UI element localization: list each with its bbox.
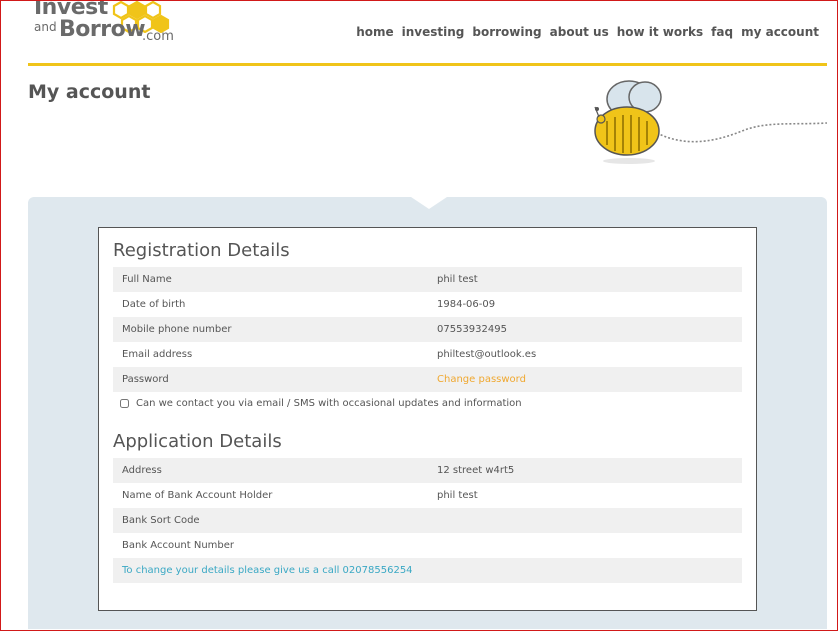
logo-and-text: and [34, 20, 57, 34]
contact-consent-label: Can we contact you via email / SMS with … [136, 398, 522, 409]
table-row: Address 12 street w4rt5 [113, 458, 742, 483]
application-title: Application Details [113, 431, 282, 452]
table-row: To change your details please give us a … [113, 558, 742, 583]
contact-consent-checkbox[interactable] [120, 399, 129, 408]
registration-table: Full Name phil test Date of birth 1984-0… [113, 267, 742, 392]
application-table: Address 12 street w4rt5 Name of Bank Acc… [113, 458, 742, 583]
account-card: Registration Details Full Name phil test… [98, 227, 757, 611]
logo-com-text: .com [142, 29, 174, 44]
nav-my-account[interactable]: my account [741, 25, 819, 39]
row-label: Password [122, 374, 169, 385]
nav-investing[interactable]: investing [402, 25, 465, 39]
change-details-note[interactable]: To change your details please give us a … [113, 565, 413, 576]
panel-notch [411, 197, 447, 209]
table-row: Name of Bank Account Holder phil test [113, 483, 742, 508]
row-label: Address [122, 465, 162, 476]
contact-consent: Can we contact you via email / SMS with … [120, 398, 522, 409]
row-label: Bank Sort Code [122, 515, 200, 526]
table-row: Password Change password [113, 367, 742, 392]
table-row: Date of birth 1984-06-09 [113, 292, 742, 317]
table-row: Full Name phil test [113, 267, 742, 292]
site-logo[interactable]: Invest and Borrow .com [34, 1, 204, 51]
table-row: Bank Sort Code [113, 508, 742, 533]
nav-borrowing[interactable]: borrowing [472, 25, 541, 39]
row-label: Email address [122, 349, 193, 360]
nav-faq[interactable]: faq [711, 25, 733, 39]
row-value: phil test [437, 274, 478, 285]
row-label: Bank Account Number [122, 540, 235, 551]
row-value: 12 street w4rt5 [437, 465, 515, 476]
change-password-link[interactable]: Change password [437, 374, 526, 385]
registration-title: Registration Details [113, 240, 290, 261]
nav-how-it-works[interactable]: how it works [617, 25, 703, 39]
row-value: 07553932495 [437, 324, 507, 335]
table-row: Email address philtest@outlook.es [113, 342, 742, 367]
row-value: philtest@outlook.es [437, 349, 537, 360]
bee-icon [594, 80, 828, 164]
nav-about-us[interactable]: about us [550, 25, 609, 39]
main-nav: home investing borrowing about us how it… [356, 25, 819, 39]
table-row: Bank Account Number [113, 533, 742, 558]
logo-borrow-text: Borrow [59, 17, 146, 42]
table-row: Mobile phone number 07553932495 [113, 317, 742, 342]
row-label: Name of Bank Account Holder [122, 490, 273, 501]
row-value: 1984-06-09 [437, 299, 496, 310]
row-label: Mobile phone number [122, 324, 232, 335]
row-value: phil test [437, 490, 478, 501]
page-frame: Invest and Borrow .com home investing bo… [0, 0, 838, 631]
page-title: My account [28, 81, 151, 103]
row-label: Full Name [122, 274, 172, 285]
nav-home[interactable]: home [356, 25, 393, 39]
header-divider [28, 63, 827, 66]
row-label: Date of birth [122, 299, 186, 310]
